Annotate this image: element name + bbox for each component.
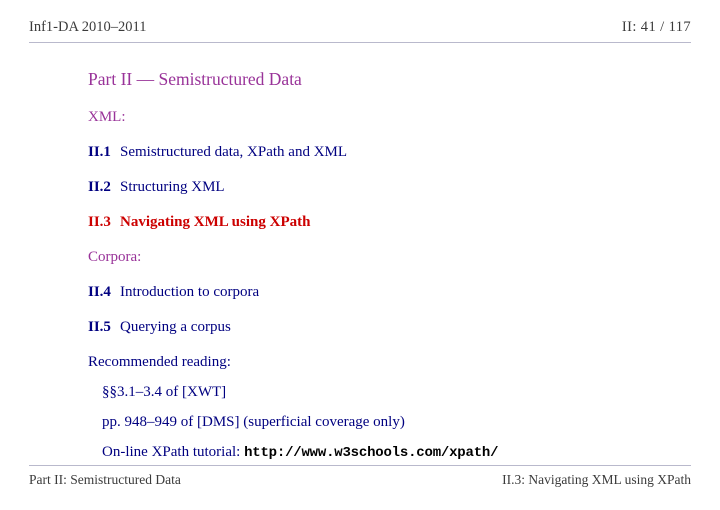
page-title: Part II — Semistructured Data	[88, 69, 302, 89]
course-title: Inf1-DA 2010–2011	[29, 19, 147, 35]
toc-label: Navigating XML using XPath	[120, 214, 311, 230]
footer-divider	[29, 465, 691, 466]
toc-label: Structuring XML	[120, 179, 225, 195]
toc-number: II.4	[88, 284, 111, 300]
page-indicator: II: 41 / 117	[621, 19, 691, 35]
toc-entry-ii-1[interactable]: II.1 Semistructured data, XPath and XML	[88, 142, 688, 162]
toc-entry-ii-5[interactable]: II.5 Querying a corpus	[88, 317, 688, 337]
toc-entry-ii-4[interactable]: II.4 Introduction to corpora	[88, 282, 688, 302]
toc-label: Querying a corpus	[120, 319, 231, 335]
slide-header: Inf1-DA 2010–2011 II: 41 / 117	[29, 18, 691, 42]
footer-part-label: Part II: Semistructured Data	[29, 472, 181, 487]
reading-item-tutorial: On-line XPath tutorial: http://www.w3sch…	[88, 442, 688, 463]
toc-number: II.5	[88, 319, 111, 335]
reading-item-xwt: §§3.1–3.4 of [XWT]	[102, 384, 227, 400]
slide-footer: Part II: Semistructured Data II.3: Navig…	[29, 471, 691, 489]
group-label-xml: XML:	[88, 109, 126, 125]
toc-entry-ii-2[interactable]: II.2 Structuring XML	[88, 177, 688, 197]
toc-number: II.3	[88, 214, 111, 230]
toc-number: II.1	[88, 144, 111, 160]
toc-number: II.2	[88, 179, 111, 195]
footer-section-label: II.3: Navigating XML using XPath	[502, 472, 691, 487]
slide: Inf1-DA 2010–2011 II: 41 / 117 Part II —…	[0, 0, 720, 510]
toc-label: Semistructured data, XPath and XML	[120, 144, 348, 160]
recommended-reading-heading: Recommended reading:	[88, 354, 231, 370]
group-label-corpora: Corpora:	[88, 249, 142, 265]
toc-label: Introduction to corpora	[120, 284, 260, 300]
toc-entry-ii-3-current[interactable]: II.3 Navigating XML using XPath	[88, 212, 688, 232]
slide-body: Part II — Semistructured Data XML: II.1 S…	[88, 68, 688, 463]
tutorial-label: On-line XPath tutorial:	[102, 444, 241, 460]
reading-item-dms: pp. 948–949 of [DMS] (superficial covera…	[102, 414, 405, 430]
header-divider	[29, 42, 691, 43]
tutorial-url-link[interactable]: http://www.w3schools.com/xpath/	[244, 445, 498, 461]
